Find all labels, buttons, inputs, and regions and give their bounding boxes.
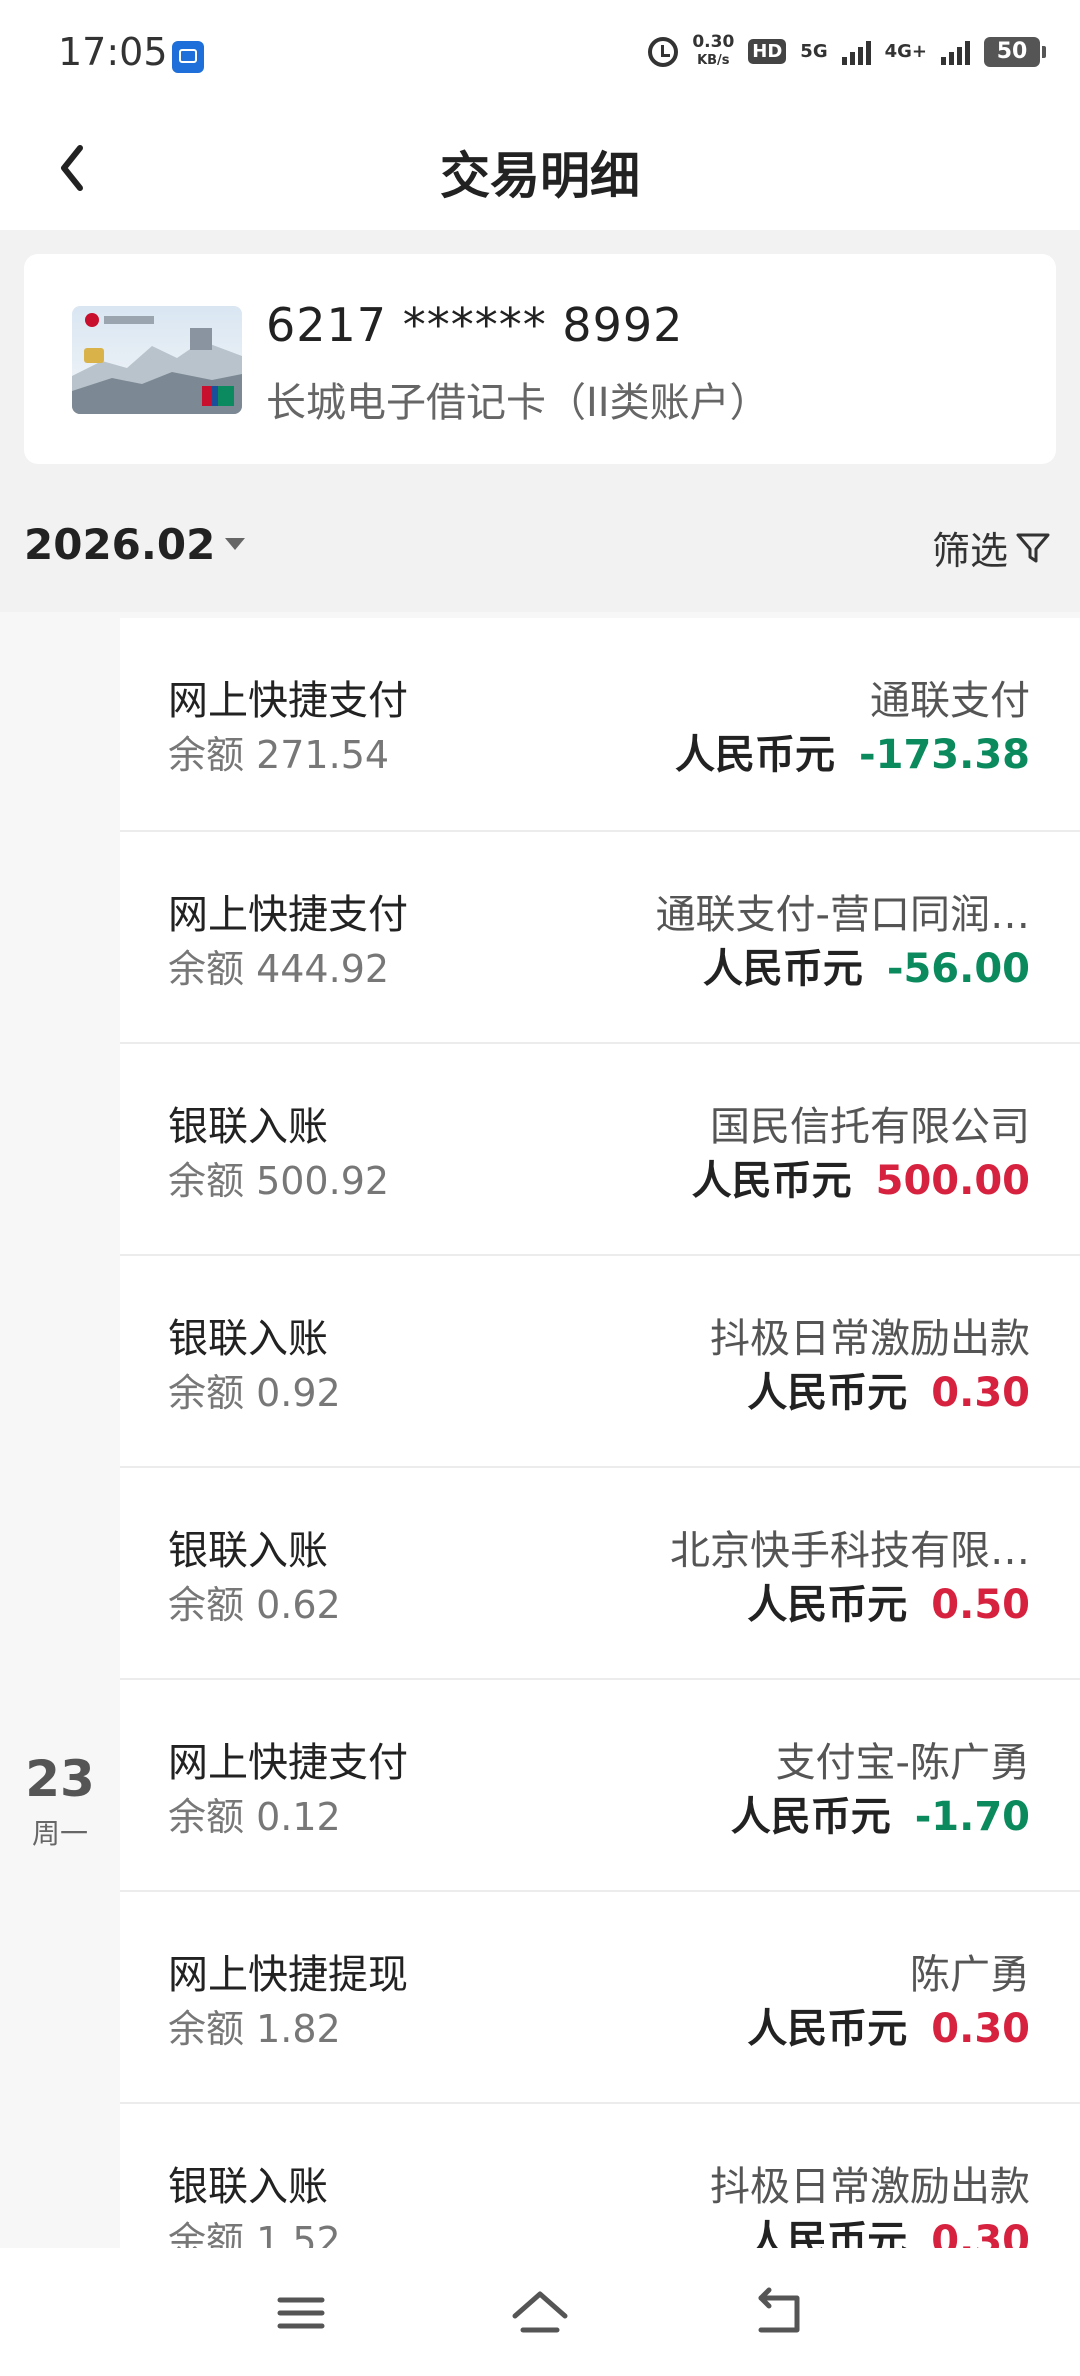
status-icons: 0.30 KB/s HD 5G 4G+ 50 <box>648 34 1046 69</box>
transaction-row[interactable]: 银联入账余额 500.92 国民信托有限公司人民币元 500.00 <box>120 1044 1080 1256</box>
transaction-merchant: 支付宝-陈广勇 <box>775 1740 1030 1786</box>
funnel-icon <box>1016 533 1050 562</box>
transaction-amount-line: 人民币元 500.00 <box>692 1148 1030 1206</box>
transaction-amount: 0.50 <box>931 1582 1030 1628</box>
transaction-merchant: 通联支付-营口同润… <box>655 892 1030 938</box>
transaction-currency: 人民币元 <box>747 1370 908 1416</box>
transaction-merchant: 北京快手科技有限… <box>670 1528 1030 1574</box>
transaction-amount: 500.00 <box>875 1158 1030 1204</box>
transaction-amount: -56.00 <box>886 946 1030 992</box>
network-speed: 0.30 KB/s <box>692 34 734 69</box>
home-icon[interactable] <box>505 2278 575 2348</box>
transaction-currency: 人民币元 <box>747 2006 908 2052</box>
transaction-type: 网上快捷支付 <box>168 678 408 724</box>
transaction-amount-line: 人民币元 0.30 <box>747 1360 1030 1418</box>
month-selector[interactable]: 2026.02 <box>24 520 246 569</box>
transaction-row[interactable]: 网上快捷支付 余额 271.54 通联支付 人民币元 -173.38 <box>120 618 1080 832</box>
card-type-name: 长城电子借记卡（II类账户） <box>266 380 770 426</box>
transaction-balance: 余额 0.12 <box>168 1795 341 1839</box>
status-time: 17:05 <box>58 30 168 74</box>
transaction-merchant: 抖极日常激励出款 <box>710 2164 1030 2210</box>
transaction-amount: 0.30 <box>931 2218 1030 2248</box>
transaction-row[interactable]: 网上快捷支付 余额 444.92 通联支付-营口同润… 人民币元 -56.00 <box>120 832 1080 1044</box>
transaction-type: 网上快捷支付 <box>168 892 408 938</box>
transaction-merchant: 通联支付 <box>870 678 1030 724</box>
menu-icon[interactable] <box>266 2278 336 2348</box>
transaction-currency: 人民币元 <box>747 1582 908 1628</box>
filter-label: 筛选 <box>931 529 1008 573</box>
date-column: 23 周一 <box>0 612 120 2248</box>
transaction-currency: 人民币元 <box>675 732 836 778</box>
transaction-amount: 0.30 <box>931 1370 1030 1416</box>
caret-down-icon <box>225 537 246 550</box>
transaction-type: 网上快捷支付 <box>168 1740 408 1786</box>
transaction-type: 网上快捷提现 <box>168 1952 408 1998</box>
transaction-row[interactable]: 网上快捷支付 余额 0.12 支付宝-陈广勇人民币元 -1.70 <box>120 1680 1080 1892</box>
transaction-balance: 余额 0.92 <box>168 1371 341 1415</box>
transaction-type: 银联入账 <box>168 1316 328 1362</box>
back-return-icon[interactable] <box>745 2278 815 2348</box>
transaction-row[interactable]: 网上快捷提现 余额 1.82 陈广勇 人民币元 0.30 <box>120 1892 1080 2104</box>
date-weekday: 周一 <box>31 1817 88 1850</box>
app-notification-icon <box>172 41 204 73</box>
transaction-balance: 余额 271.54 <box>168 733 390 777</box>
transaction-balance: 余额 1.82 <box>168 2007 341 2051</box>
status-bar: 17:05 0.30 KB/s HD 5G 4G+ 50 <box>0 0 1080 110</box>
transaction-balance: 余额 1.52 <box>168 2219 341 2248</box>
signal-icon <box>841 39 871 65</box>
transaction-amount-line: 人民币元 -173.38 <box>675 722 1030 780</box>
card-number: 6217 ****** 8992 <box>266 298 684 352</box>
transaction-merchant: 国民信托有限公司 <box>710 1104 1030 1150</box>
transaction-balance: 余额 0.62 <box>168 1583 341 1627</box>
network-4g-label: 4G+ <box>884 41 927 62</box>
page-title: 交易明细 <box>440 147 640 205</box>
month-label: 2026.02 <box>24 520 216 569</box>
transaction-currency: 人民币元 <box>747 2218 908 2248</box>
hd-badge: HD <box>748 39 787 64</box>
transaction-list-area: 23 周一 网上快捷支付 余额 271.54 通联支付 人民币元 -173.38 网上快捷… <box>0 612 1080 2248</box>
battery-icon: 50 <box>984 36 1046 67</box>
transaction-amount-line: 人民币元 0.30 <box>747 1996 1030 2054</box>
nav-header: 交易明细 <box>0 110 1080 230</box>
transaction-amount-line: 人民币元 -1.70 <box>731 1784 1030 1842</box>
filter-button[interactable]: 筛选 <box>932 520 1052 575</box>
alarm-icon <box>648 36 679 67</box>
transaction-amount-line: 人民币元 -56.00 <box>703 936 1030 994</box>
transaction-amount-line: 人民币元 0.50 <box>747 1572 1030 1630</box>
network-speed-unit: KB/s <box>697 53 730 68</box>
transaction-merchant: 陈广勇 <box>910 1952 1030 1998</box>
transaction-type: 银联入账 <box>168 1528 328 1574</box>
system-nav-bar <box>0 2248 1080 2376</box>
signal-icon-2 <box>941 39 970 65</box>
filter-bar: 2026.02 筛选 <box>0 490 1080 590</box>
transaction-row[interactable]: 银联入账余额 0.62 北京快手科技有限… 人民币元 0.50 <box>120 1468 1080 1680</box>
account-card[interactable]: 6217 ****** 8992 长城电子借记卡（II类账户） <box>24 254 1056 464</box>
transaction-row[interactable]: 银联入账余额 1.52 抖极日常激励出款人民币元 0.30 <box>120 2104 1080 2248</box>
transaction-type: 银联入账 <box>168 1104 328 1150</box>
transaction-list: 网上快捷支付 余额 271.54 通联支付 人民币元 -173.38 网上快捷支付 余额 4… <box>120 612 1080 2248</box>
transaction-currency: 人民币元 <box>691 1158 852 1204</box>
transaction-row[interactable]: 银联入账余额 0.92 抖极日常激励出款人民币元 0.30 <box>120 1256 1080 1468</box>
bank-card-image <box>72 306 242 414</box>
transaction-amount: -173.38 <box>859 732 1030 778</box>
transaction-amount: -1.70 <box>914 1794 1030 1840</box>
transaction-balance: 余额 500.92 <box>168 1159 390 1203</box>
transaction-balance: 余额 444.92 <box>168 947 390 991</box>
transaction-currency: 人民币元 <box>730 1794 891 1840</box>
transaction-amount-line: 人民币元 0.30 <box>747 2208 1030 2248</box>
date-day: 23 <box>25 1750 95 1808</box>
transaction-merchant: 抖极日常激励出款 <box>710 1316 1030 1362</box>
transaction-amount: 0.30 <box>931 2006 1030 2052</box>
network-5g-label: 5G <box>800 41 828 62</box>
transaction-type: 银联入账 <box>168 2164 328 2210</box>
transaction-currency: 人民币元 <box>702 946 863 992</box>
network-speed-value: 0.30 <box>692 32 735 52</box>
